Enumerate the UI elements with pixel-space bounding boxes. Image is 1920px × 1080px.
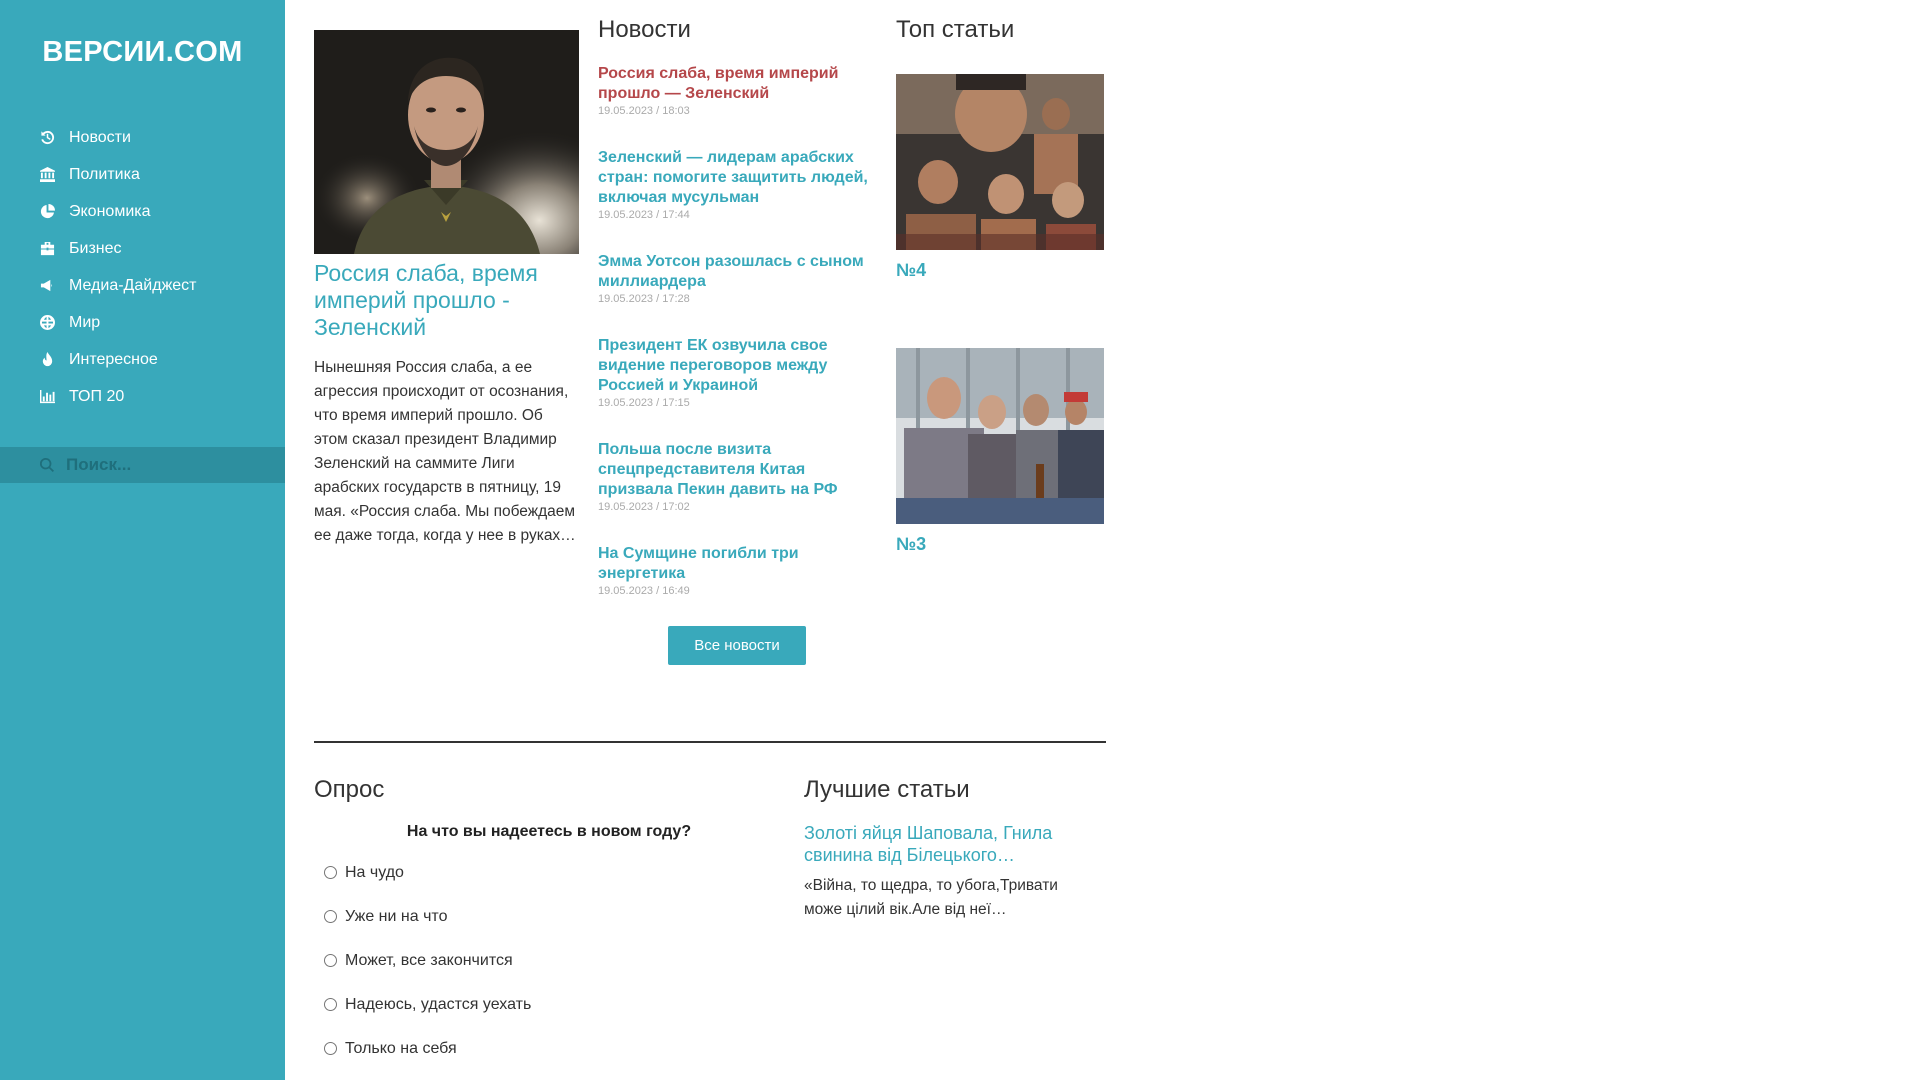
news-date: 19.05.2023 / 17:28 xyxy=(598,293,690,305)
poll-question: На что вы надеетесь в новом году? xyxy=(406,823,692,840)
sidebar-item-label: ТОП 20 xyxy=(69,387,125,405)
news-title-link[interactable]: Россия слаба, время империй прошло — Зел… xyxy=(598,64,883,104)
poll-radio[interactable] xyxy=(324,998,337,1011)
news-date: 19.05.2023 / 17:15 xyxy=(598,397,690,409)
news-title-link[interactable]: Эмма Уотсон разошлась с сыном миллиардер… xyxy=(598,252,883,292)
poll-options: На чудо Уже ни на что Может, все закончи… xyxy=(324,864,531,1080)
news-title-link[interactable]: Польша после визита спецпредставителя Ки… xyxy=(598,440,883,500)
best-article-excerpt: «Війна, то щедра, то убога,Тривати може … xyxy=(804,877,1058,918)
sidebar-item-top20[interactable]: ТОП 20 xyxy=(38,378,197,415)
sidebar-item-label: Медиа-Дайджест xyxy=(69,276,197,294)
poll-option-label: На чудо xyxy=(345,864,404,881)
poll-radio[interactable] xyxy=(324,866,337,879)
sidebar-item-media-digest[interactable]: Медиа-Дайджест xyxy=(38,267,197,304)
bar-chart-icon xyxy=(38,388,56,406)
news-title-link[interactable]: Президент ЕК озвучила свое видение перег… xyxy=(598,336,883,396)
news-date: 19.05.2023 / 17:44 xyxy=(598,209,690,221)
sidebar-item-label: Интересное xyxy=(69,350,158,368)
search-input[interactable] xyxy=(66,455,266,475)
pie-chart-icon xyxy=(38,203,56,221)
poll-option[interactable]: На чудо xyxy=(324,864,531,908)
poll-option-label: Только на себя xyxy=(345,1040,457,1057)
news-date: 19.05.2023 / 16:49 xyxy=(598,585,690,597)
list-item: На Сумщине погибли три энергетика 19.05.… xyxy=(598,544,883,598)
sidebar-item-news[interactable]: Новости xyxy=(38,119,197,156)
news-date: 19.05.2023 / 17:02 xyxy=(598,501,690,513)
featured-excerpt: Нынешняя Россия слаба, а ее агрессия про… xyxy=(314,359,576,544)
top-article-image[interactable] xyxy=(896,74,1104,250)
best-article-title-link[interactable]: Золоті яйця Шаповала, Гнила свинина від … xyxy=(804,822,1094,866)
poll-option-label: Надеюсь, удастся уехать xyxy=(345,996,532,1013)
top-article-caption[interactable]: №4 xyxy=(896,260,926,281)
site-logo[interactable]: ВЕРСИИ.COM xyxy=(0,36,285,69)
list-item: Польша после визита спецпредставителя Ки… xyxy=(598,440,883,514)
bank-icon xyxy=(38,166,56,184)
poll-option[interactable]: Может, все закончится xyxy=(324,952,531,996)
sidebar-item-interesting[interactable]: Интересное xyxy=(38,341,197,378)
poll-heading: Опрос xyxy=(314,776,385,803)
sidebar-item-label: Новости xyxy=(69,128,131,146)
poll-option[interactable]: Надеюсь, удастся уехать xyxy=(324,996,531,1040)
list-item: Зеленский — лидерам арабских стран: помо… xyxy=(598,148,883,222)
poll-option-label: Уже ни на что xyxy=(345,908,448,925)
sidebar-item-world[interactable]: Мир xyxy=(38,304,197,341)
news-title-link[interactable]: На Сумщине погибли три энергетика xyxy=(598,544,883,584)
sidebar-nav: Новости Политика Экономика Бизнес Медиа-… xyxy=(38,119,197,415)
briefcase-icon xyxy=(38,240,56,258)
top-article-image[interactable] xyxy=(896,348,1104,524)
news-title-link[interactable]: Зеленский — лидерам арабских стран: помо… xyxy=(598,148,883,208)
sidebar: ВЕРСИИ.COM Новости Политика Экономика Би… xyxy=(0,0,285,1080)
poll-radio[interactable] xyxy=(324,910,337,923)
search-bar xyxy=(0,447,285,483)
poll-option[interactable]: Уже ни на что xyxy=(324,908,531,952)
sidebar-item-label: Экономика xyxy=(69,202,151,220)
news-date: 19.05.2023 / 18:03 xyxy=(598,105,690,117)
sidebar-item-business[interactable]: Бизнес xyxy=(38,230,197,267)
sidebar-item-politics[interactable]: Политика xyxy=(38,156,197,193)
poll-radio[interactable] xyxy=(324,954,337,967)
history-icon xyxy=(38,129,56,147)
sidebar-item-label: Политика xyxy=(69,165,140,183)
list-item: Эмма Уотсон разошлась с сыном миллиардер… xyxy=(598,252,883,306)
featured-image[interactable] xyxy=(314,30,579,254)
poll-option-label: Может, все закончится xyxy=(345,952,513,969)
fire-icon xyxy=(38,351,56,369)
poll-radio[interactable] xyxy=(324,1042,337,1055)
poll-option[interactable]: Только на себя xyxy=(324,1040,531,1080)
top-articles-heading: Топ статьи xyxy=(896,16,1015,43)
sidebar-item-label: Бизнес xyxy=(69,239,122,257)
sidebar-item-economy[interactable]: Экономика xyxy=(38,193,197,230)
top-article-caption[interactable]: №3 xyxy=(896,534,926,555)
list-item: Россия слаба, время империй прошло — Зел… xyxy=(598,64,883,118)
best-articles-heading: Лучшие статьи xyxy=(804,776,970,803)
news-heading: Новости xyxy=(598,16,691,43)
sidebar-item-label: Мир xyxy=(69,313,101,331)
globe-icon xyxy=(38,314,56,332)
megaphone-icon xyxy=(38,277,56,295)
section-divider xyxy=(314,741,1106,743)
featured-title-link[interactable]: Россия слаба, время империй прошло - Зел… xyxy=(314,260,579,341)
list-item: Президент ЕК озвучила свое видение перег… xyxy=(598,336,883,410)
search-icon[interactable] xyxy=(40,458,54,472)
news-list: Россия слаба, время империй прошло — Зел… xyxy=(598,64,883,628)
all-news-button[interactable]: Все новости xyxy=(668,626,806,665)
